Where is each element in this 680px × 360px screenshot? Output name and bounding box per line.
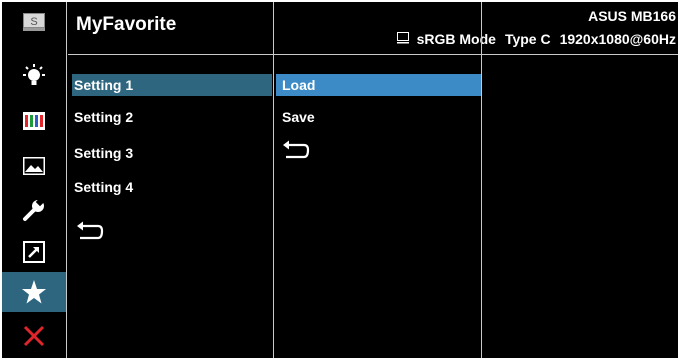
osd-menu: S MyFavorite ASUS MB166 sRGB Mode Type C… <box>2 2 678 358</box>
color-icon <box>23 112 45 130</box>
load-button[interactable]: Load <box>276 74 482 96</box>
setting-4-item[interactable]: Setting 4 <box>72 176 272 198</box>
image-icon <box>23 157 45 175</box>
star-icon <box>21 279 47 305</box>
shortcut-icon <box>23 241 45 263</box>
sidebar-item-shortcut[interactable] <box>2 232 66 272</box>
resolution-label: 1920x1080@60Hz <box>559 31 676 47</box>
model-name: ASUS MB166 <box>588 8 676 24</box>
page-title: MyFavorite <box>76 14 177 35</box>
setting-2-item[interactable]: Setting 2 <box>72 106 272 128</box>
color-mode-label: sRGB Mode <box>416 31 496 47</box>
blue-light-filter-icon <box>21 64 47 90</box>
column-divider-2 <box>481 2 482 358</box>
sidebar: S <box>2 2 66 358</box>
sidebar-item-blue-light-filter[interactable] <box>2 57 66 97</box>
sidebar-divider <box>66 2 67 358</box>
status-bar: sRGB Mode Type C 1920x1080@60Hz <box>396 31 676 47</box>
setting-1-item[interactable]: Setting 1 <box>72 74 272 96</box>
sidebar-item-exit[interactable] <box>2 316 66 356</box>
sidebar-item-myfavorite[interactable] <box>2 272 66 312</box>
monitor-icon <box>396 31 409 47</box>
system-setup-icon <box>22 198 46 222</box>
header-divider <box>68 54 678 55</box>
sidebar-item-image[interactable] <box>2 146 66 186</box>
save-button[interactable]: Save <box>276 106 482 128</box>
back-icon[interactable] <box>282 140 310 165</box>
splendid-icon: S <box>23 13 45 31</box>
sidebar-item-color[interactable] <box>2 101 66 141</box>
sidebar-item-system-setup[interactable] <box>2 190 66 230</box>
column-divider-1 <box>273 2 274 358</box>
sidebar-item-splendid[interactable]: S <box>2 2 66 42</box>
input-source-label: Type C <box>504 31 551 47</box>
back-icon[interactable] <box>76 221 104 246</box>
close-icon <box>23 325 45 347</box>
svg-text:S: S <box>30 16 37 28</box>
header: MyFavorite ASUS MB166 sRGB Mode Type C 1… <box>68 2 678 54</box>
setting-3-item[interactable]: Setting 3 <box>72 142 272 164</box>
